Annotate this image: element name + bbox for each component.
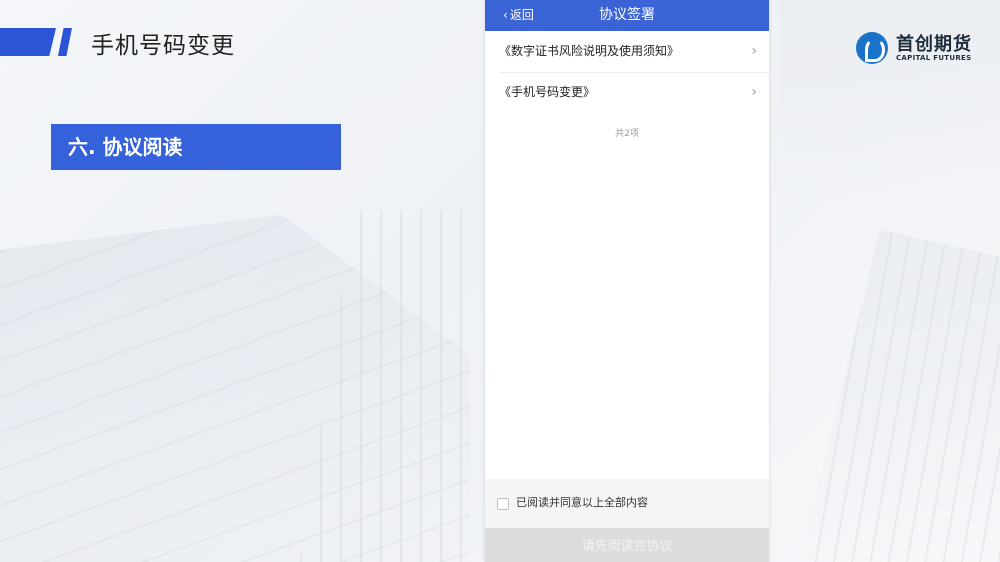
agreement-item-label: 《数字证书风险说明及使用须知》: [499, 44, 680, 58]
nav-bar: ‹ 返回 协议签署: [485, 0, 769, 31]
agreement-item-digital-certificate[interactable]: 《数字证书风险说明及使用须知》 ›: [485, 31, 769, 71]
logo-name-cn: 首创期货: [896, 34, 972, 55]
agree-bar: 已阅读并同意以上全部内容: [485, 479, 769, 528]
agreement-item-label: 《手机号码变更》: [499, 85, 596, 99]
company-logo: 首创期货 CAPITAL FUTURES: [856, 30, 986, 66]
slide-title: 手机号码变更: [91, 33, 235, 59]
logo-name-en: CAPITAL FUTURES: [896, 54, 972, 62]
submit-button[interactable]: 请先阅读完协议: [485, 528, 769, 562]
section-heading-label: 六. 协议阅读: [68, 135, 183, 159]
phone-screen: ‹ 返回 协议签署 《数字证书风险说明及使用须知》 › 《手机号码变更》 › 共2…: [485, 0, 769, 562]
chevron-right-icon: ›: [751, 84, 757, 100]
agreement-item-phone-change[interactable]: 《手机号码变更》 ›: [485, 72, 769, 112]
chevron-right-icon: ›: [751, 43, 757, 59]
background-building-right: [800, 230, 1000, 562]
capital-futures-logo-icon: [856, 32, 888, 64]
agree-label: 已阅读并同意以上全部内容: [516, 496, 648, 509]
background-building-center: [300, 210, 480, 562]
title-accent-bar: [0, 28, 56, 56]
nav-title: 协议签署: [599, 7, 655, 23]
background-building-left: [0, 215, 470, 562]
title-accent-stripe: [58, 28, 72, 56]
item-count: 共2项: [615, 129, 639, 139]
section-heading: 六. 协议阅读: [51, 124, 341, 170]
agree-checkbox[interactable]: [497, 498, 509, 510]
